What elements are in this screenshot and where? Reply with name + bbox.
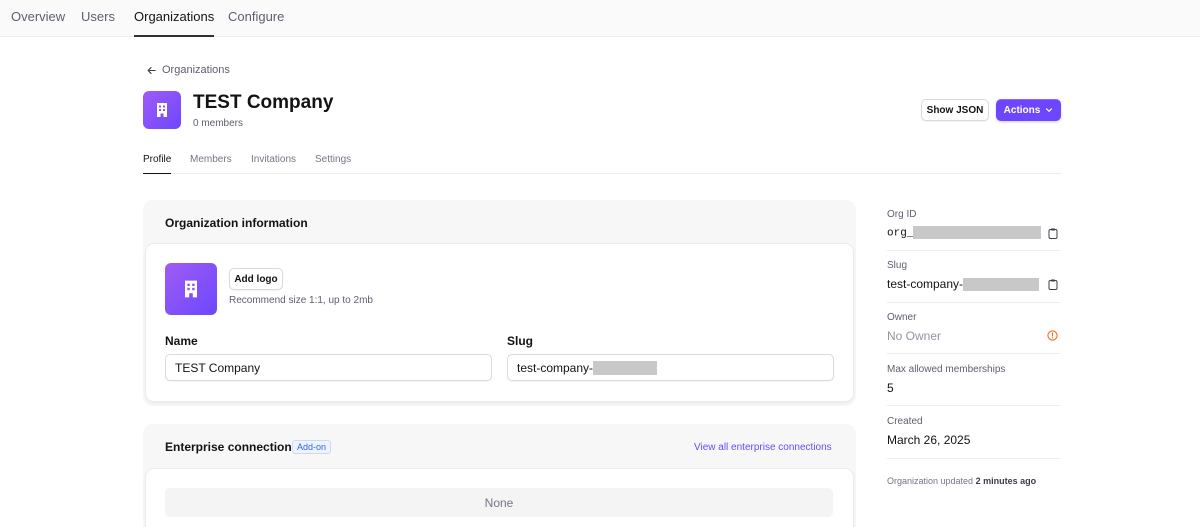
last-updated-text: Organization updated 2 minutes ago — [887, 476, 1036, 486]
updated-prefix: Organization updated — [887, 476, 974, 486]
organization-info-card: Organization information Add logo Recomm… — [143, 200, 856, 406]
profile-subtabs: Profile Members Invitations Settings — [143, 148, 1061, 174]
slug-field[interactable]: test-company- — [507, 354, 834, 381]
enterprise-connections-list: None — [146, 469, 853, 527]
slug-label: Slug — [887, 260, 908, 271]
card-title: Enterprise connections — [165, 440, 299, 454]
tab-members[interactable]: Members — [190, 154, 232, 174]
name-field[interactable] — [165, 354, 492, 381]
copy-icon[interactable] — [1048, 228, 1058, 239]
org-id-value-row: org_ — [887, 226, 1042, 240]
organization-logo — [165, 263, 217, 315]
view-enterprise-connections-link[interactable]: View all enterprise connections — [694, 442, 832, 453]
tab-invitations[interactable]: Invitations — [251, 154, 296, 174]
logo-hint: Recommend size 1:1, up to 2mb — [229, 295, 373, 306]
actions-button[interactable]: Actions — [996, 99, 1061, 121]
tab-organizations[interactable]: Organizations — [134, 0, 215, 37]
org-id-value: org_ — [887, 227, 914, 240]
add-on-badge: Add-on — [292, 440, 332, 454]
redacted-block — [913, 226, 1042, 239]
page-title: TEST Company — [193, 92, 334, 113]
owner-row: Owner No Owner — [887, 312, 1060, 354]
tab-overview[interactable]: Overview — [11, 0, 65, 37]
show-json-button[interactable]: Show JSON — [921, 99, 989, 121]
chevron-down-icon — [1046, 108, 1053, 113]
tab-settings[interactable]: Settings — [315, 154, 351, 174]
slug-row: Slug test-company- — [887, 260, 1060, 303]
name-input[interactable] — [175, 360, 491, 375]
org-id-row: Org ID org_ — [887, 209, 1060, 251]
created-value: March 26, 2025 — [887, 433, 971, 447]
org-id-label: Org ID — [887, 209, 917, 220]
organization-avatar — [143, 91, 181, 129]
max-memberships-label: Max allowed memberships — [887, 364, 1006, 375]
created-row: Created March 26, 2025 — [887, 416, 1060, 459]
created-label: Created — [887, 416, 923, 427]
card-title: Organization information — [165, 216, 308, 230]
owner-value: No Owner — [887, 329, 942, 343]
enterprise-connections-card: Enterprise connections Add-on View all e… — [143, 424, 856, 527]
redacted-block — [593, 360, 658, 375]
copy-icon[interactable] — [1048, 279, 1058, 290]
slug-input[interactable]: test-company- — [517, 361, 593, 375]
redacted-block — [963, 278, 1040, 292]
name-label: Name — [165, 334, 198, 348]
breadcrumb[interactable]: Organizations — [146, 63, 230, 77]
add-logo-button[interactable]: Add logo — [229, 268, 283, 290]
building-icon — [157, 103, 167, 117]
slug-label: Slug — [507, 334, 533, 348]
tab-configure[interactable]: Configure — [228, 0, 284, 37]
tab-users[interactable]: Users — [81, 0, 115, 37]
actions-button-label: Actions — [1003, 104, 1041, 116]
warning-icon — [1047, 330, 1058, 341]
member-count: 0 members — [193, 118, 244, 129]
slug-value-row: test-company- — [887, 277, 1040, 292]
organization-info-form: Add logo Recommend size 1:1, up to 2mb N… — [146, 244, 853, 401]
max-memberships-row: Max allowed memberships 5 — [887, 364, 1060, 406]
empty-state: None — [165, 488, 833, 517]
breadcrumb-label: Organizations — [162, 64, 230, 76]
arrow-left-icon — [147, 66, 156, 74]
owner-label: Owner — [887, 312, 917, 323]
updated-time: 2 minutes ago — [975, 476, 1037, 486]
top-navigation: Overview Users Organizations Configure — [0, 0, 1200, 37]
tab-profile[interactable]: Profile — [143, 154, 172, 174]
building-icon — [185, 280, 197, 298]
slug-value: test-company- — [887, 277, 964, 291]
max-memberships-value: 5 — [887, 381, 894, 395]
